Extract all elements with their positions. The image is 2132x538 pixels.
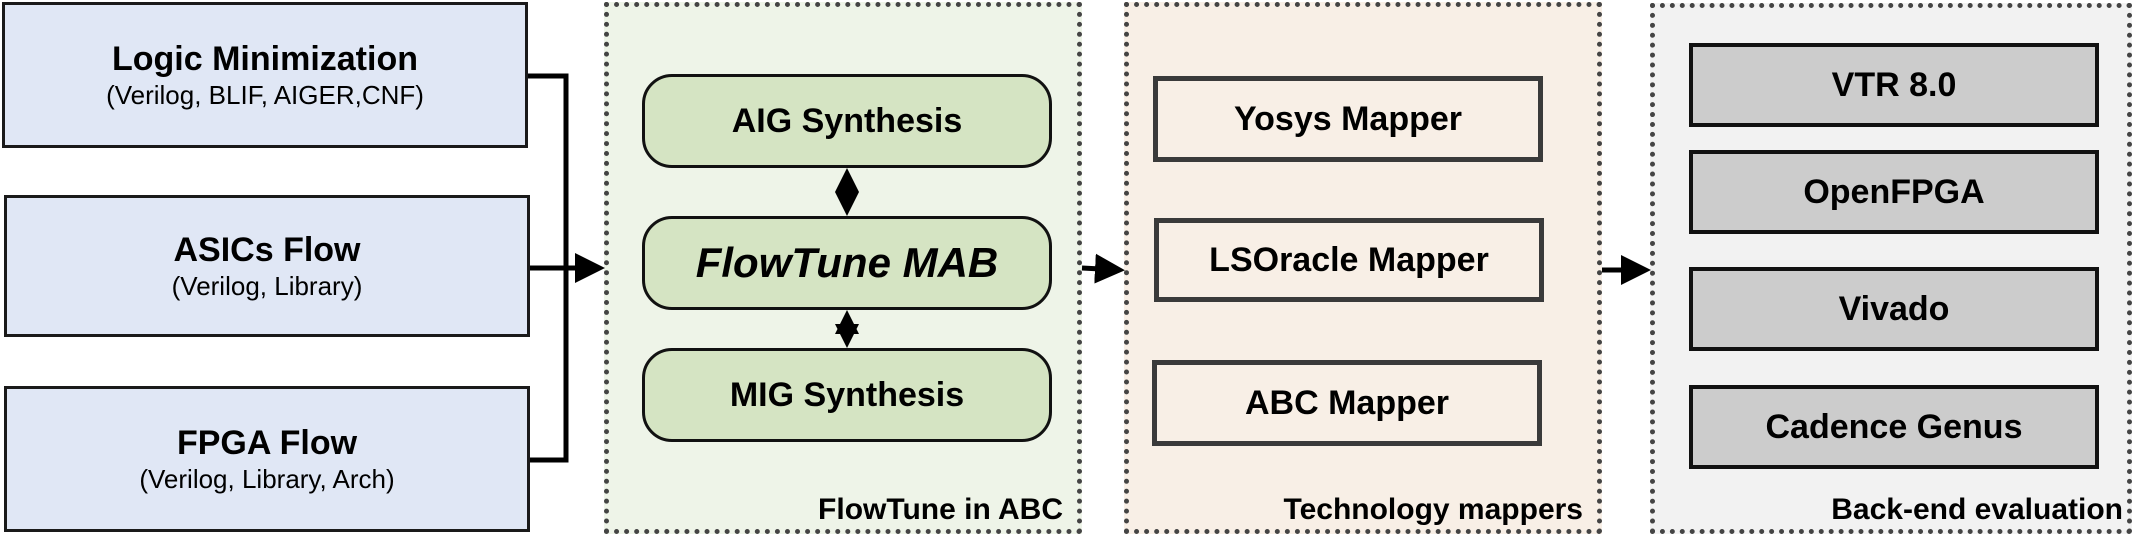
arrow-flowtune-to-mappers	[1081, 253, 1125, 284]
connector-wires	[528, 73, 1651, 463]
input-merge-connector	[528, 73, 569, 463]
